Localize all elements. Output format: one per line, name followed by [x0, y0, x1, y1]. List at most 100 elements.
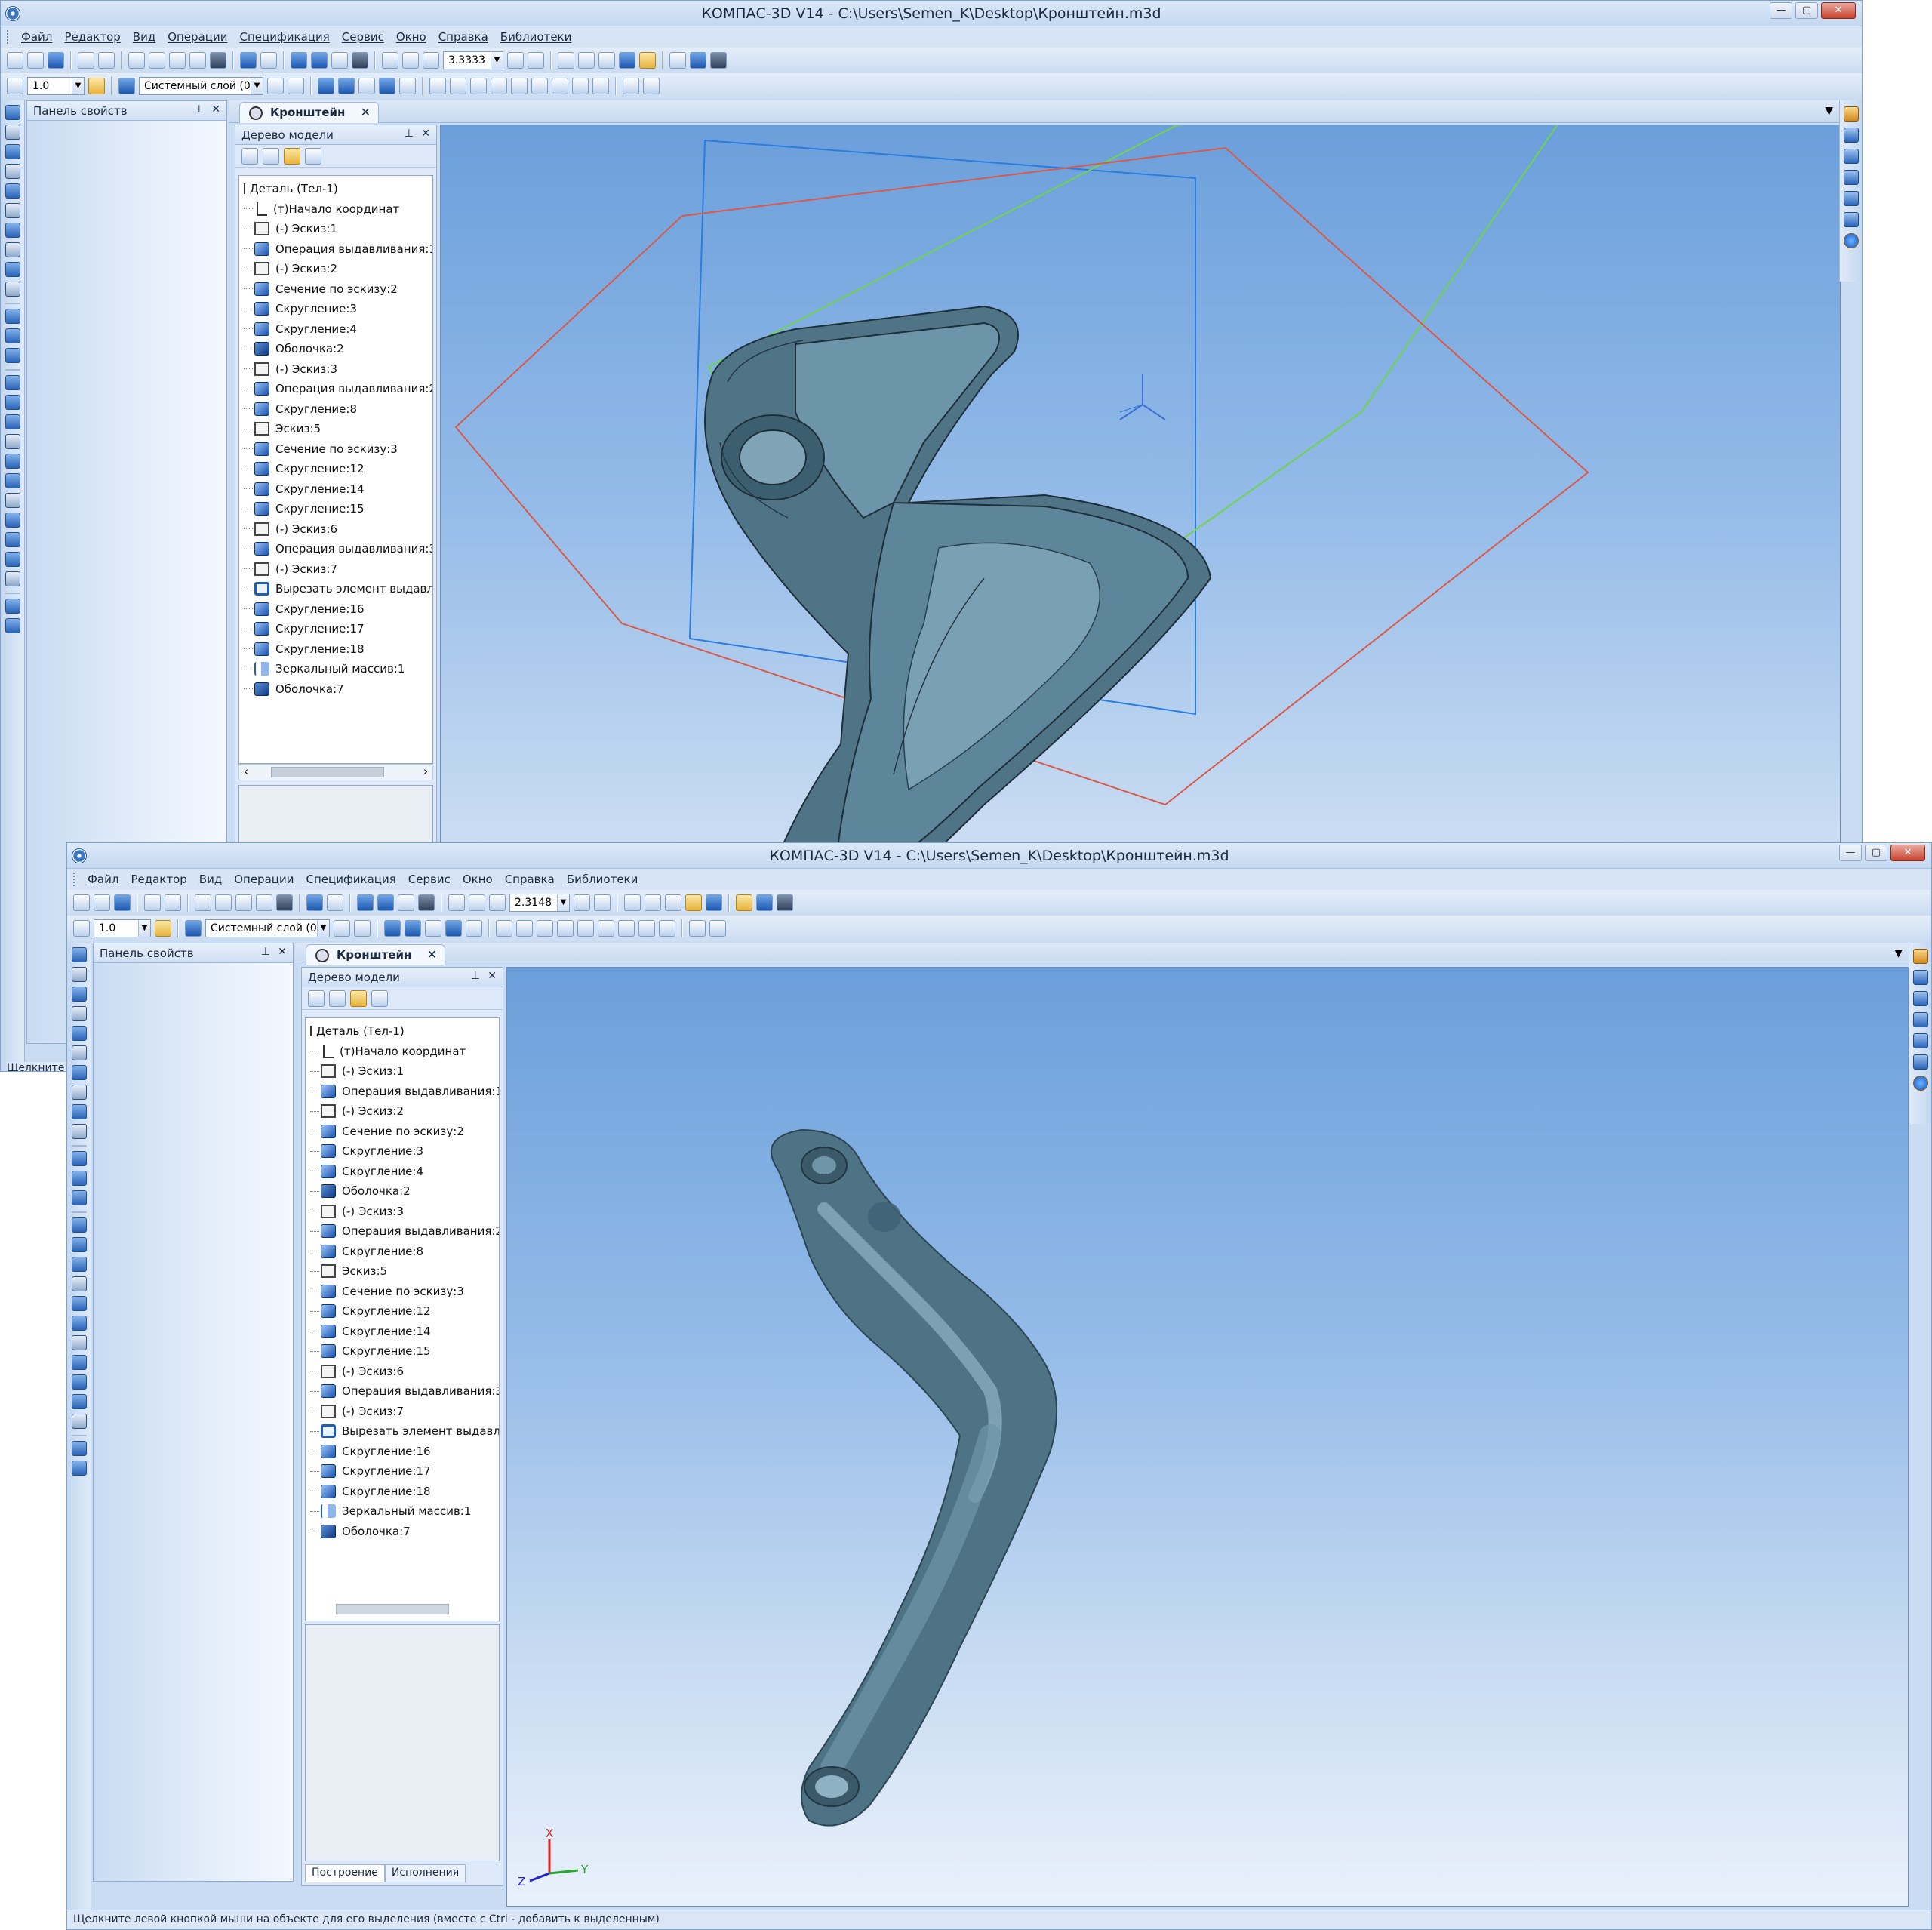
macro-icon[interactable]	[379, 78, 395, 94]
zoom-scale-select[interactable]: 2.3148 ▼	[509, 894, 570, 912]
grid-icon[interactable]	[73, 920, 90, 937]
menu-help[interactable]: Справка	[499, 873, 561, 886]
shaded-icon[interactable]	[619, 52, 635, 69]
snap-tangent-icon[interactable]	[557, 920, 574, 937]
tool-shell-icon[interactable]	[72, 1316, 87, 1331]
tool-fillet-icon[interactable]	[72, 1237, 87, 1252]
tool-rib-icon[interactable]	[5, 454, 20, 469]
tree-root-item[interactable]: Деталь (Тел-1)	[244, 179, 432, 199]
tab-kronshtein[interactable]: Кронштейн ✕	[306, 944, 445, 965]
tool-spec-icon[interactable]	[72, 1104, 87, 1119]
tree-structure-icon[interactable]	[308, 990, 325, 1007]
layer-select[interactable]: Системный слой (0) ▼	[205, 919, 330, 937]
tree-item[interactable]: Оболочка:7	[310, 1522, 499, 1542]
grid-icon[interactable]	[7, 78, 23, 94]
redo-icon[interactable]	[327, 894, 343, 911]
snap-icon[interactable]	[155, 920, 171, 937]
tree-item[interactable]: Операция выдавливания:3	[244, 539, 432, 559]
tool-surfaces-icon[interactable]	[5, 144, 20, 159]
tree-item[interactable]: Скругление:15	[244, 499, 432, 519]
zoom-window-icon[interactable]	[448, 894, 465, 911]
tool-cut-icon[interactable]	[5, 375, 20, 390]
library-manager-icon[interactable]	[377, 894, 394, 911]
tree-item[interactable]: Скругление:15	[310, 1341, 499, 1362]
texture-icon[interactable]	[384, 920, 401, 937]
maximize-button[interactable]: ▢	[1865, 845, 1887, 861]
copy-icon[interactable]	[149, 52, 165, 69]
tree-item[interactable]: (-) Эскиз:1	[244, 219, 432, 239]
distance-icon[interactable]	[689, 920, 706, 937]
tool-sheet-icon[interactable]	[5, 599, 20, 614]
scroll-thumb[interactable]	[336, 1604, 449, 1614]
menu-edit[interactable]: Редактор	[125, 873, 192, 886]
library-search-icon[interactable]	[1844, 128, 1859, 143]
undo-icon[interactable]	[240, 52, 257, 69]
tool-reports-icon[interactable]	[5, 282, 20, 297]
print-icon[interactable]	[144, 894, 161, 911]
undo-icon[interactable]	[306, 894, 323, 911]
tab-list-arrow-icon[interactable]: ▼	[1825, 105, 1833, 117]
library-parts-icon[interactable]	[1913, 991, 1928, 1006]
target-icon[interactable]	[643, 78, 660, 94]
macro-icon[interactable]	[445, 920, 462, 937]
tool-rotate-icon[interactable]	[72, 1171, 87, 1186]
sketch-icon[interactable]	[358, 78, 375, 94]
tree-item[interactable]: Вырезать элемент выдавлив	[244, 579, 432, 599]
filter-icon[interactable]	[669, 52, 686, 69]
pin-icon[interactable]: ⊥	[261, 946, 270, 958]
zoom-all-icon[interactable]	[489, 894, 506, 911]
tool-thread-icon[interactable]	[72, 1414, 87, 1429]
open-icon[interactable]	[27, 52, 44, 69]
tool-arrays-icon[interactable]	[72, 1006, 87, 1021]
tree-item[interactable]: (-) Эскиз:7	[244, 559, 432, 580]
tool-section-icon[interactable]	[72, 1355, 87, 1370]
tool-measure-icon[interactable]	[5, 242, 20, 257]
help-icon[interactable]	[1844, 233, 1859, 248]
tool-filter-icon[interactable]	[72, 1065, 87, 1080]
tool-curves-icon[interactable]	[5, 125, 20, 140]
hidden-thin-icon[interactable]	[665, 894, 681, 911]
constraints-icon[interactable]	[756, 894, 773, 911]
tool-filter-icon[interactable]	[5, 223, 20, 238]
tree-view-icon[interactable]	[329, 990, 346, 1007]
shaded-edges-icon[interactable]	[706, 894, 722, 911]
tool-edit-icon[interactable]	[5, 618, 20, 633]
tree-item[interactable]: Скругление:17	[310, 1461, 499, 1482]
pin-icon[interactable]: ⊥	[405, 128, 414, 140]
minimize-button[interactable]: —	[1839, 845, 1862, 861]
tree-item[interactable]: Оболочка:2	[310, 1181, 499, 1202]
tool-kinematic-icon[interactable]	[72, 1190, 87, 1205]
tool-extrude-icon[interactable]	[72, 1151, 87, 1166]
library-folder-icon[interactable]	[1913, 949, 1928, 964]
tool-sheet-icon[interactable]	[72, 1441, 87, 1456]
tree-filter-icon[interactable]	[305, 147, 321, 165]
tool-rotate-icon[interactable]	[5, 328, 20, 343]
tree-item[interactable]: (-) Эскиз:6	[244, 519, 432, 540]
color-icon[interactable]	[405, 920, 421, 937]
menu-window[interactable]: Окно	[390, 30, 432, 44]
library-folder-icon[interactable]	[1844, 106, 1859, 122]
tool-fillet-icon[interactable]	[5, 395, 20, 410]
tool-mirror-icon[interactable]	[72, 1394, 87, 1409]
rotate-icon[interactable]	[574, 894, 590, 911]
shaded-edges-icon[interactable]	[639, 52, 656, 69]
tree-item[interactable]: Скругление:16	[244, 599, 432, 620]
tree-item[interactable]: Зеркальный массив:1	[244, 659, 432, 679]
variables-icon[interactable]	[398, 894, 414, 911]
menu-operations[interactable]: Операции	[162, 30, 233, 44]
menu-view[interactable]: Вид	[193, 873, 228, 886]
tree-horizontal-scrollbar[interactable]: ‹ ›	[238, 764, 433, 780]
tree-item[interactable]: Скругление:12	[310, 1301, 499, 1322]
menu-view[interactable]: Вид	[127, 30, 162, 44]
tree-item[interactable]: (т)Начало координат	[310, 1042, 499, 1062]
help-pointer-icon[interactable]	[418, 894, 435, 911]
tree-item[interactable]: Скругление:18	[244, 639, 432, 660]
layer-icon[interactable]	[185, 920, 202, 937]
library-fasteners-icon[interactable]	[1913, 1033, 1928, 1048]
close-tab-icon[interactable]: ✕	[427, 947, 437, 962]
close-icon[interactable]: ✕	[211, 103, 220, 115]
tree-item[interactable]: Скругление:12	[244, 459, 432, 479]
tree-item[interactable]: Скругление:3	[310, 1141, 499, 1162]
hidden-thin-icon[interactable]	[598, 52, 615, 69]
snap-grid-icon[interactable]	[638, 920, 655, 937]
